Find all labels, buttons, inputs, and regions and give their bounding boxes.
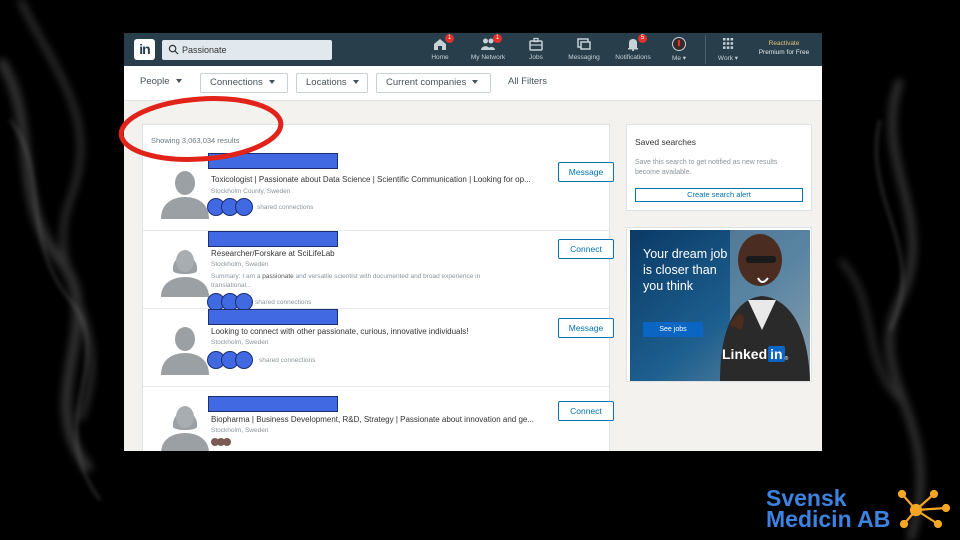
shared-connection-avatars[interactable] xyxy=(207,351,257,370)
result-row[interactable]: Researcher/Forskare at SciLifeLab Stockh… xyxy=(143,231,614,311)
connections-filter[interactable]: Connections xyxy=(200,73,288,93)
linkedin-ad-logo: Linked in ® xyxy=(722,346,789,362)
result-headline: Looking to connect with other passionate… xyxy=(211,327,469,336)
highlight-ellipse xyxy=(118,96,284,162)
home-badge: 1 xyxy=(445,34,454,43)
nav-jobs-label: Jobs xyxy=(529,54,543,61)
chevron-down-icon xyxy=(472,80,479,85)
linkedin-ad[interactable]: Your dream job is closer than you think … xyxy=(626,227,812,382)
people-filter-label: People xyxy=(140,76,170,87)
svensk-medicin-logo: Svensk Medicin AB xyxy=(766,487,891,532)
message-button[interactable]: Message xyxy=(558,318,614,338)
nav-my-network[interactable]: 1 My Network xyxy=(466,34,510,65)
nav-divider xyxy=(705,35,706,64)
saved-searches-panel: Saved searches Save this search to get n… xyxy=(626,124,812,211)
result-location: Stockholm County, Sweden xyxy=(211,188,291,195)
result-location: Stockholm, Sweden xyxy=(211,261,269,268)
redacted-name[interactable] xyxy=(208,396,338,412)
result-location: Stockholm, Sweden xyxy=(211,427,269,434)
connect-button[interactable]: Connect xyxy=(558,401,614,421)
connection-avatar xyxy=(223,438,231,446)
top-navigation-bar: in 1 Home 1 My Network xyxy=(124,33,822,66)
brand-line2: Medicin AB xyxy=(766,506,891,532)
result-summary: Summary: I am a passionate and versatile… xyxy=(211,273,481,289)
premium-line1: Reactivate xyxy=(768,40,800,47)
nav-messaging[interactable]: Messaging xyxy=(564,37,604,65)
linkedin-logo[interactable]: in xyxy=(134,39,155,60)
shared-connection-avatars[interactable] xyxy=(211,438,267,446)
connections-filter-label: Connections xyxy=(210,77,263,88)
message-button[interactable]: Message xyxy=(558,162,614,182)
grid-icon xyxy=(720,37,736,51)
saved-searches-title: Saved searches xyxy=(635,137,696,147)
chevron-down-icon xyxy=(175,79,182,84)
chevron-down-icon xyxy=(352,80,359,85)
female-silhouette-icon[interactable] xyxy=(157,397,213,451)
result-row[interactable]: Toxicologist | Passionate about Data Sci… xyxy=(143,153,614,231)
nav-me[interactable]: Me ▾ xyxy=(668,37,690,65)
molecule-icon xyxy=(897,489,951,529)
result-headline: Researcher/Forskare at SciLifeLab xyxy=(211,249,335,258)
connection-avatar xyxy=(235,351,253,369)
shared-connections-text[interactable]: shared connections xyxy=(257,204,313,211)
briefcase-icon xyxy=(528,37,544,51)
shared-connections-text[interactable]: shared connections xyxy=(259,357,315,364)
connection-avatar xyxy=(235,198,253,216)
network-badge: 1 xyxy=(493,34,502,43)
nav-notifications-label: Notifications xyxy=(615,54,651,61)
nav-me-label: Me ▾ xyxy=(671,55,687,62)
search-box[interactable] xyxy=(162,40,332,60)
nav-home[interactable]: 1 Home xyxy=(426,34,454,65)
shared-connections-text[interactable]: shared connections xyxy=(255,299,311,306)
saved-searches-description: Save this search to get notified as new … xyxy=(635,159,778,176)
redacted-name[interactable] xyxy=(208,231,338,247)
bell-icon: 5 xyxy=(625,34,647,52)
search-results-card: Showing 3,063,034 results Toxicologist |… xyxy=(142,124,614,451)
nav-notifications[interactable]: 5 Notifications xyxy=(611,34,655,65)
home-icon: 1 xyxy=(432,34,454,51)
current-companies-filter-label: Current companies xyxy=(386,77,467,88)
ad-headline: Your dream job is closer than you think xyxy=(643,247,728,293)
result-headline: Biopharma | Business Development, R&D, S… xyxy=(211,415,535,424)
result-location: Stockholm, Sweden xyxy=(211,339,269,346)
chevron-down-icon xyxy=(268,80,275,85)
result-headline: Toxicologist | Passionate about Data Sci… xyxy=(211,175,531,184)
messaging-icon xyxy=(576,37,592,51)
shared-connection-avatars[interactable] xyxy=(207,198,257,217)
see-jobs-button[interactable]: See jobs xyxy=(643,322,703,337)
people-filter[interactable]: People xyxy=(138,73,184,93)
male-silhouette-icon[interactable] xyxy=(157,163,213,219)
result-row[interactable]: Looking to connect with other passionate… xyxy=(143,309,614,387)
result-row[interactable]: Biopharma | Business Development, R&D, S… xyxy=(143,387,614,451)
locations-filter-label: Locations xyxy=(306,77,347,88)
search-input[interactable] xyxy=(182,42,322,58)
locations-filter[interactable]: Locations xyxy=(296,73,368,93)
network-icon: 1 xyxy=(480,34,502,51)
redacted-name[interactable] xyxy=(208,309,338,325)
nav-my-network-label: My Network xyxy=(470,54,506,61)
nav-messaging-label: Messaging xyxy=(568,54,600,61)
create-search-alert-button[interactable]: Create search alert xyxy=(635,188,803,202)
connect-button[interactable]: Connect xyxy=(558,239,614,259)
premium-link[interactable]: Reactivate Premium for Free xyxy=(746,39,822,57)
nav-home-label: Home xyxy=(431,54,449,61)
search-icon xyxy=(168,44,179,55)
all-filters-button[interactable]: All Filters xyxy=(506,73,550,93)
current-companies-filter[interactable]: Current companies xyxy=(376,73,491,93)
avatar-icon xyxy=(671,37,687,51)
nav-jobs[interactable]: Jobs xyxy=(524,37,548,65)
female-silhouette-icon[interactable] xyxy=(157,241,213,297)
premium-line2: Premium for Free xyxy=(758,49,810,56)
nav-work-label: Work ▾ xyxy=(717,55,739,62)
male-silhouette-icon[interactable] xyxy=(157,319,213,375)
notifications-badge: 5 xyxy=(638,34,647,43)
nav-work[interactable]: Work ▾ xyxy=(714,37,742,65)
